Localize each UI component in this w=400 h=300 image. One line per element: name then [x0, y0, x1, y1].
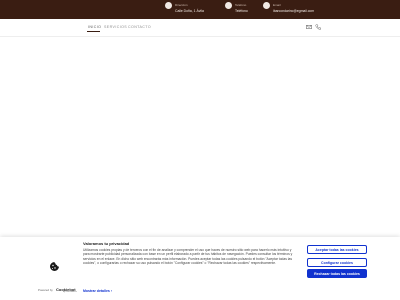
cookie-description: Utilizamos cookies propias y de terceros… [83, 248, 293, 265]
cookie-title: Valoramos tu privacidad [83, 241, 130, 246]
reject-all-button[interactable]: Rechazar todas las cookies [307, 269, 367, 278]
nav-item-contacto[interactable]: CONTACTO [128, 25, 151, 29]
contact-email-value[interactable]: ibarcondarinc@egmail.com [273, 9, 314, 13]
phone-icon[interactable] [315, 24, 321, 30]
top-contact-bar: Dirección Calle Doña, 1 Ávila Teléfono T… [0, 0, 400, 19]
contact-address-value: Calle Doña, 1 Ávila [175, 9, 204, 13]
cookie-banner: Valoramos tu privacidad Utilizamos cooki… [0, 237, 400, 300]
show-details-label: Mostrar detalles [83, 289, 110, 293]
contact-phone-value[interactable]: Teléfono [235, 9, 248, 13]
phone-icon [225, 2, 232, 9]
contact-email-label: Email [273, 3, 281, 7]
contact-address-label: Dirección [175, 3, 188, 7]
powered-by-label: Powered by [38, 288, 53, 292]
nav-item-inicio[interactable]: INICIO [88, 25, 101, 29]
main-nav: INICIO SERVICIOS CONTACTO [0, 19, 400, 37]
cookiebot-sub: by Usercentrics [63, 291, 77, 293]
accept-all-button[interactable]: Aceptar todas las cookies [307, 245, 367, 254]
nav-active-indicator [87, 31, 100, 32]
location-icon [165, 2, 172, 9]
email-icon[interactable] [306, 24, 312, 30]
email-icon [263, 2, 270, 9]
nav-item-servicios[interactable]: SERVICIOS [104, 25, 127, 29]
configure-cookies-button[interactable]: Configurar cookies [307, 258, 367, 267]
contact-phone-label: Teléfono [235, 3, 247, 7]
show-details-link[interactable]: Mostrar detalles › [83, 289, 112, 293]
cookie-icon [50, 262, 59, 271]
chevron-right-icon: › [110, 289, 112, 293]
